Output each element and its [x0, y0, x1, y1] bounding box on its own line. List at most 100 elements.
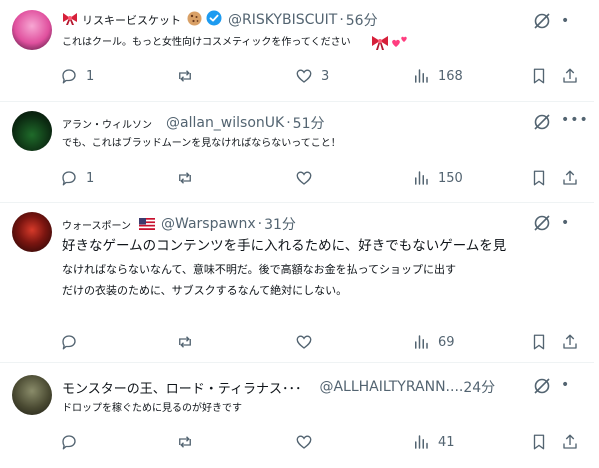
cookie-emoji-icon — [187, 11, 202, 30]
bookmark-button[interactable] — [530, 166, 548, 190]
reply-count: 1 — [86, 68, 95, 84]
verified-badge-icon — [206, 10, 222, 30]
views-button[interactable]: 41 — [412, 430, 455, 454]
post-text: でも、これはブラッドムーンを見なければならないってこと！ — [62, 136, 341, 152]
timestamp[interactable]: 56分 — [346, 10, 378, 30]
grok-icon[interactable] — [533, 214, 551, 232]
reply-icon — [62, 69, 76, 84]
heart-icon — [296, 171, 312, 185]
grok-icon[interactable] — [533, 377, 551, 395]
views-button[interactable]: 150 — [412, 166, 463, 190]
like-button[interactable] — [295, 330, 321, 354]
post-text-line: 好きなゲームのコンテンツを手に入れるために、好きでもないゲームを見 — [62, 238, 507, 254]
post-text-continued: なければならないなんて、意味不明だ。後で高額なお金を払ってショップに出す だけの… — [62, 259, 456, 301]
share-button[interactable] — [561, 430, 579, 454]
bookmark-icon — [533, 170, 545, 186]
display-name[interactable]: リスキービスケット — [82, 12, 181, 28]
share-button[interactable] — [561, 64, 579, 88]
post-2[interactable]: アラン・ウィルソン @allan_wilsonUK · 51分 でも、これはブラ… — [0, 101, 594, 203]
avatar[interactable] — [12, 10, 52, 50]
repost-icon — [179, 436, 191, 448]
views-icon — [415, 69, 428, 83]
repost-button[interactable] — [176, 64, 202, 88]
grok-icon[interactable] — [533, 113, 551, 131]
heart-icon — [296, 335, 312, 349]
repost-button[interactable] — [176, 430, 202, 454]
reply-icon — [62, 335, 76, 350]
views-icon — [415, 435, 428, 449]
timestamp[interactable]: 51分 — [293, 113, 325, 133]
view-count: 150 — [438, 170, 463, 186]
like-button[interactable] — [295, 430, 321, 454]
timestamp[interactable]: 31分 — [264, 214, 296, 234]
handle[interactable]: @Warspawnx — [161, 216, 256, 232]
share-icon — [563, 170, 577, 185]
share-icon — [563, 68, 577, 83]
views-icon — [415, 171, 428, 185]
post-text: 好きなゲームのコンテンツを手に入れるために、好きでもないゲームを見 — [62, 235, 506, 258]
action-bar: 1 150 — [0, 166, 594, 190]
like-button[interactable]: 3 — [295, 64, 329, 88]
bookmark-icon — [533, 68, 545, 84]
post-text-line: だけの衣装のために、サブスクするなんて絶対にしない。 — [62, 284, 348, 297]
share-icon — [563, 434, 577, 449]
post-1[interactable]: リスキービスケット @RISKYBISCUIT · 56分 これはクール。もっと… — [0, 0, 594, 102]
reply-button[interactable] — [60, 330, 86, 354]
bookmark-button[interactable] — [530, 330, 548, 354]
repost-icon — [179, 70, 191, 82]
grok-icon[interactable] — [533, 12, 551, 30]
reply-count: 1 — [86, 170, 95, 186]
views-button[interactable]: 69 — [412, 330, 455, 354]
repost-icon — [179, 336, 191, 348]
more-options-icon[interactable]: • — [561, 377, 570, 393]
repost-button[interactable] — [176, 166, 202, 190]
share-button[interactable] — [561, 166, 579, 190]
action-bar: 41 — [0, 430, 594, 454]
reply-button[interactable] — [60, 430, 86, 454]
action-bar: 69 — [0, 330, 594, 354]
action-bar: 1 3 168 — [0, 64, 594, 88]
bookmark-icon — [533, 334, 545, 350]
like-button[interactable] — [295, 166, 321, 190]
separator-dot: · — [257, 216, 263, 232]
view-count: 168 — [438, 68, 463, 84]
reply-button[interactable]: 1 — [60, 166, 94, 190]
view-count: 41 — [438, 434, 455, 450]
view-count: 69 — [438, 334, 455, 350]
separator-dot: · — [286, 115, 291, 131]
timestamp[interactable]: 24分 — [463, 377, 495, 397]
display-name[interactable]: ウォースポーン — [62, 217, 131, 232]
share-button[interactable] — [561, 330, 579, 354]
us-flag-icon — [139, 215, 155, 234]
bookmark-button[interactable] — [530, 64, 548, 88]
handle[interactable]: @ALLHAILTYRANN.... — [319, 379, 463, 395]
avatar[interactable] — [12, 111, 52, 151]
avatar[interactable] — [12, 375, 52, 415]
views-icon — [415, 335, 428, 349]
more-options-icon[interactable]: • — [561, 13, 570, 29]
repost-icon — [179, 172, 191, 184]
post-3[interactable]: ウォースポーン @Warspawnx · 31分 好きなゲームのコンテンツを手に… — [0, 202, 594, 363]
post-text-line: これはクール。もっと女性向けコスメティックを作ってください — [62, 37, 351, 48]
post-text-line: なければならないなんて、意味不明だ。後で高額なお金を払ってショップに出す — [62, 263, 457, 276]
display-name[interactable]: アラン・ウィルソン — [62, 116, 152, 131]
views-button[interactable]: 168 — [412, 64, 463, 88]
display-name[interactable]: モンスターの王、ロード・ティラナス･･･ — [62, 378, 301, 397]
separator-dot: · — [339, 12, 344, 28]
post-text: これはクール。もっと女性向けコスメティックを作ってください — [62, 35, 351, 51]
handle[interactable]: @allan_wilsonUK — [166, 115, 284, 131]
handle[interactable]: @RISKYBISCUIT — [228, 12, 337, 28]
bookmark-icon — [533, 434, 545, 450]
post-text-line: ドロップを稼ぐために見るのが好きです — [62, 403, 242, 414]
reply-button[interactable]: 1 — [60, 64, 94, 88]
more-options-icon[interactable]: ••• — [561, 112, 589, 128]
more-options-icon[interactable]: • — [561, 215, 570, 231]
bookmark-button[interactable] — [530, 430, 548, 454]
ribbon-hearts-emoji-icon — [370, 33, 412, 59]
post-4[interactable]: モンスターの王、ロード・ティラナス･･･ @ALLHAILTYRANN.... … — [0, 362, 594, 468]
post-text: ドロップを稼ぐために見るのが好きです — [62, 401, 242, 417]
heart-icon — [296, 435, 312, 449]
avatar[interactable] — [12, 212, 52, 252]
repost-button[interactable] — [176, 330, 202, 354]
reply-icon — [62, 171, 76, 186]
